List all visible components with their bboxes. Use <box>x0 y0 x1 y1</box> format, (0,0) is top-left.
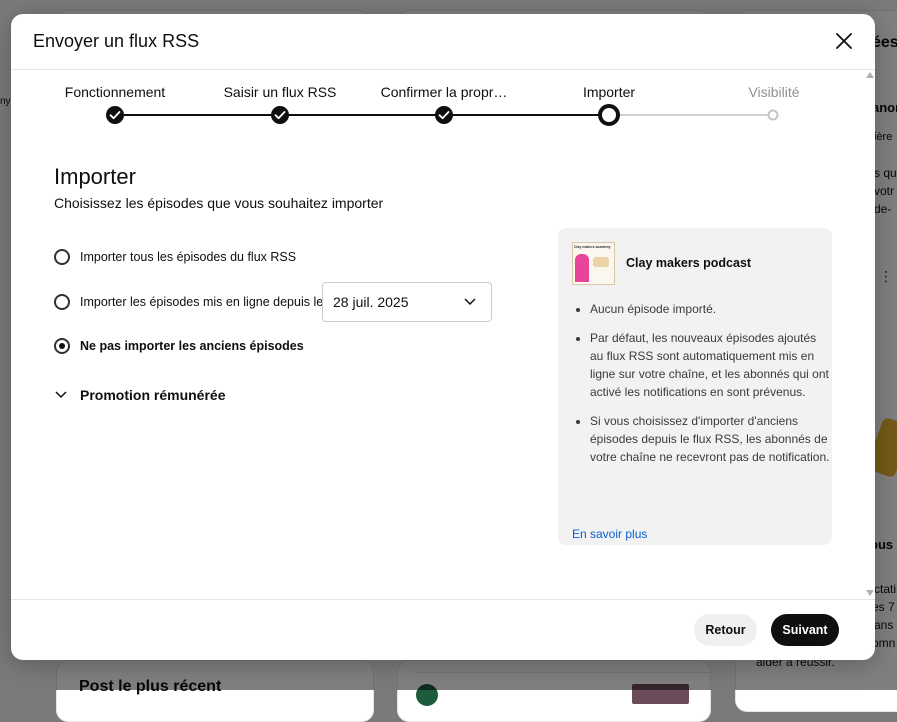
paid-promotion-label: Promotion rémunérée <box>80 387 226 403</box>
stepper-track-complete <box>115 114 609 116</box>
podcast-thumbnail: Clay makers academy <box>572 242 615 285</box>
step-label-visibilite: Visibilité <box>748 84 800 100</box>
step-upcoming-icon <box>767 109 779 121</box>
step-check-icon <box>106 106 124 124</box>
section-heading: Importer <box>54 164 136 189</box>
thumb-title: Clay makers academy <box>574 245 611 249</box>
step-current-icon <box>598 104 620 126</box>
step-label-fonctionnement: Fonctionnement <box>64 84 166 100</box>
dialog-title: Envoyer un flux RSS <box>33 31 200 51</box>
next-button[interactable]: Suivant <box>771 614 839 646</box>
dialog-header: Envoyer un flux RSS <box>11 14 875 70</box>
thumb-figure <box>575 254 589 282</box>
step-label-importer: Importer <box>582 84 636 100</box>
radio-label: Importer tous les épisodes du flux RSS <box>80 250 297 264</box>
chevron-down-icon <box>464 298 476 306</box>
podcast-name: Clay makers podcast <box>626 256 752 270</box>
date-dropdown[interactable]: 28 juil. 2025 <box>322 282 492 322</box>
thumb-illustration <box>593 257 609 267</box>
close-icon <box>836 33 852 49</box>
rss-dialog: Envoyer un flux RSS Fonctionnement Saisi… <box>11 14 875 660</box>
step-label-saisir: Saisir un flux RSS <box>223 84 337 100</box>
chevron-down-icon <box>55 391 67 399</box>
radio-import-since[interactable]: Importer les épisodes mis en ligne depui… <box>54 294 323 310</box>
step-label-confirmer: Confirmer la propr… <box>380 84 508 100</box>
radio-button-checked[interactable] <box>54 338 70 354</box>
step-check-icon <box>271 106 289 124</box>
back-button[interactable]: Retour <box>694 614 757 646</box>
learn-more-link[interactable]: En savoir plus <box>572 527 647 541</box>
radio-label: Ne pas importer les anciens épisodes <box>80 339 304 353</box>
info-bullet: Aucun épisode importé. <box>590 300 830 318</box>
radio-button[interactable] <box>54 294 70 310</box>
info-bullet: Par défaut, les nouveaux épisodes ajouté… <box>590 329 830 401</box>
scroll-down-arrow[interactable] <box>866 590 874 596</box>
radio-import-all[interactable]: Importer tous les épisodes du flux RSS <box>54 249 296 265</box>
info-bullet: Si vous choisissez d'importer d'anciens … <box>590 412 830 466</box>
close-button[interactable] <box>831 28 857 54</box>
stepper-track-remaining <box>609 114 773 116</box>
info-list: Aucun épisode importé. Par défaut, les n… <box>572 300 830 477</box>
stepper: Fonctionnement Saisir un flux RSS Confir… <box>11 70 861 140</box>
paid-promotion-expander[interactable]: Promotion rémunérée <box>54 387 225 403</box>
date-value: 28 juil. 2025 <box>333 294 409 310</box>
info-panel: Clay makers academy Clay makers podcast … <box>558 228 832 545</box>
radio-import-none[interactable]: Ne pas importer les anciens épisodes <box>54 338 304 354</box>
radio-label: Importer les épisodes mis en ligne depui… <box>80 295 324 309</box>
step-check-icon <box>435 106 453 124</box>
section-subtitle: Choisissez les épisodes que vous souhait… <box>54 195 384 211</box>
scroll-up-arrow[interactable] <box>866 72 874 78</box>
radio-button[interactable] <box>54 249 70 265</box>
dialog-footer: Retour Suivant <box>11 599 875 660</box>
